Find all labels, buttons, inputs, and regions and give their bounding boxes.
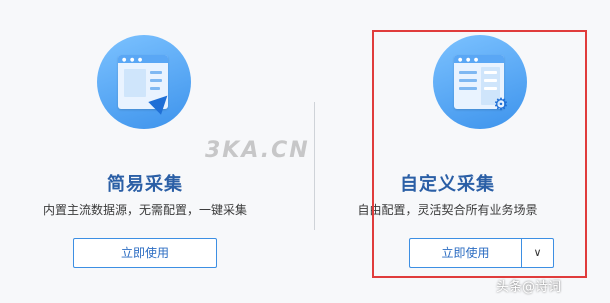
card-title: 简易采集 [107, 174, 183, 195]
use-now-button[interactable]: 立即使用 [409, 238, 521, 268]
custom-collect-card: ● ● ● ⚙ 自定义采集 自由配置，灵活契合所有业务场景 立即使用 ∨ [315, 0, 610, 303]
corner-watermark: 头条@诗词 [496, 280, 562, 295]
card-description: 自由配置，灵活契合所有业务场景 [357, 203, 538, 217]
chevron-down-icon[interactable]: ∨ [521, 238, 554, 268]
gear-icon: ⚙ [493, 95, 509, 115]
card-description: 内置主流数据源，无需配置，一键采集 [42, 203, 247, 217]
document-settings-icon: ● ● ● ⚙ [433, 35, 527, 129]
use-now-button[interactable]: 立即使用 [73, 238, 217, 268]
document-send-icon: ● ● ● [97, 35, 191, 129]
card-title: 自定义采集 [400, 174, 495, 195]
watermark: 3KA.CN [205, 138, 310, 163]
